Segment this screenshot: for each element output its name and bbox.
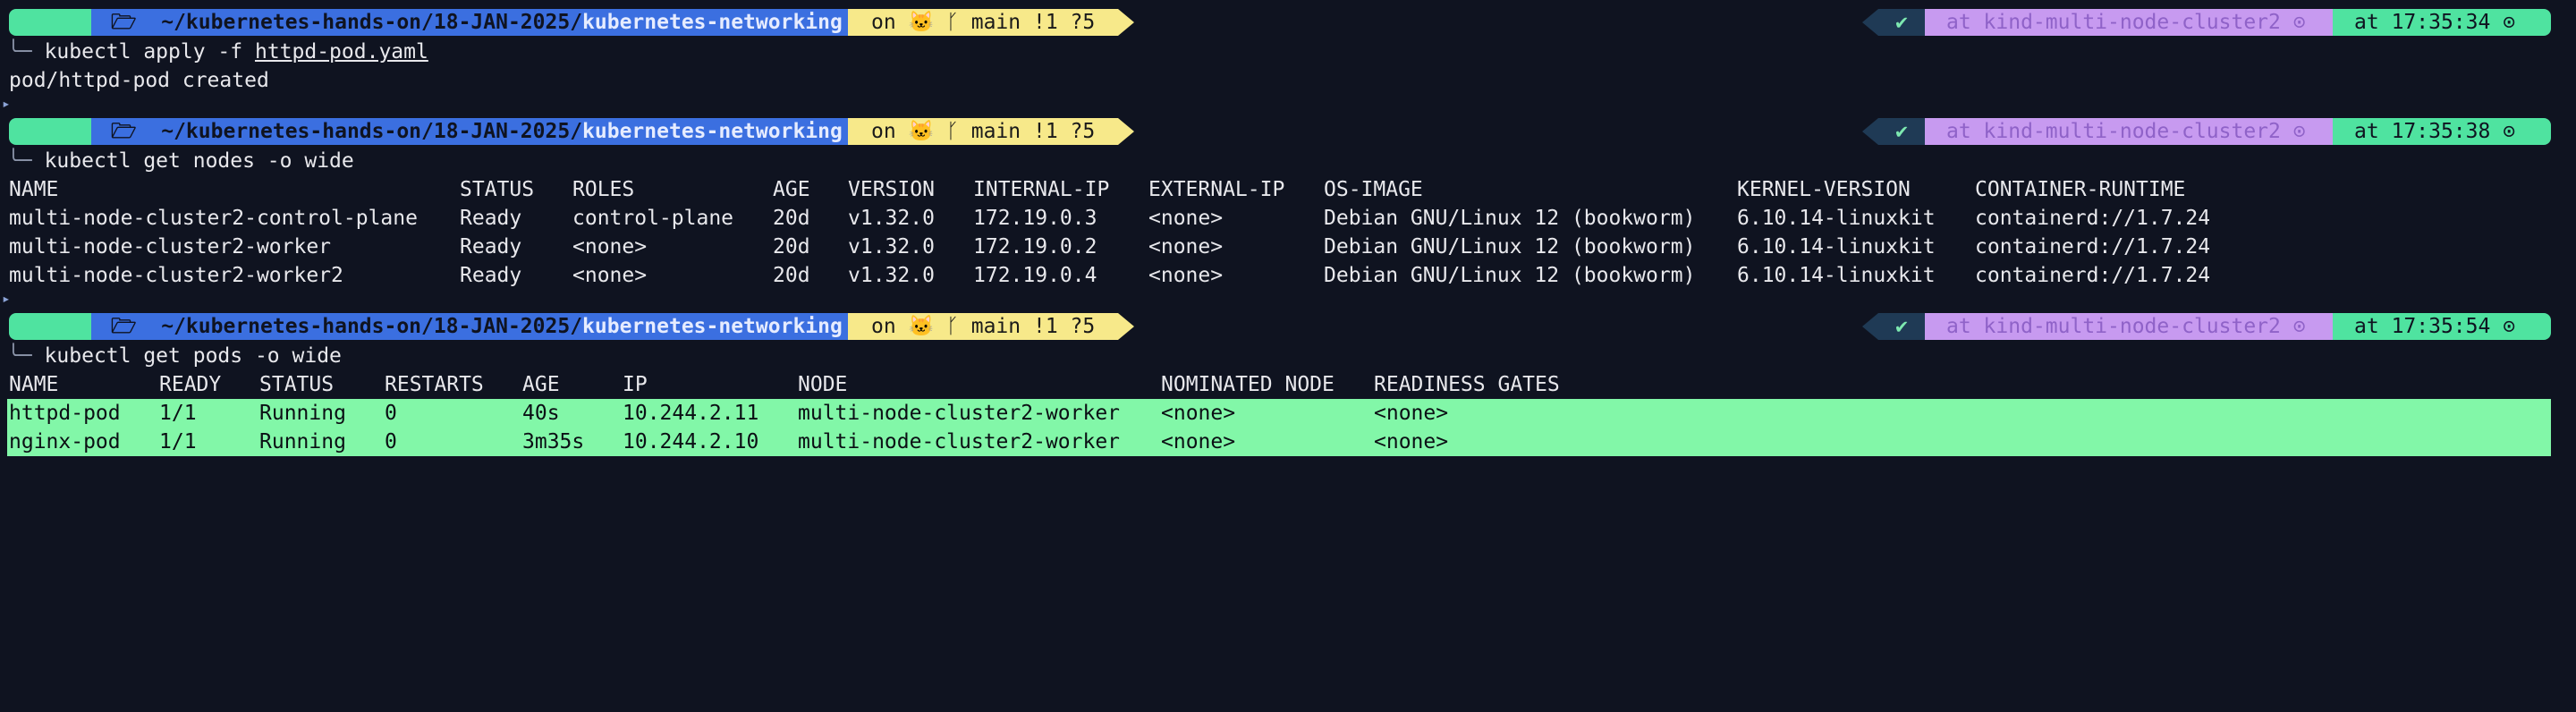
clock-icon: ⊙ bbox=[2503, 315, 2516, 338]
apple-icon bbox=[9, 9, 91, 36]
context-icon: ⊙ bbox=[2292, 11, 2306, 34]
command-line-1: ╰─ kubectl apply -f httpd-pod.yaml bbox=[7, 40, 428, 64]
command-line-2: ╰─ kubectl get nodes -o wide bbox=[7, 149, 354, 173]
caret-icon: ▸ bbox=[2, 290, 11, 307]
context-segment: at kind-multi-node-cluster2 ⊙ bbox=[1925, 118, 2333, 145]
branch-icon: ᚴ bbox=[946, 315, 959, 338]
table-row: multi-node-cluster2-control-plane Ready … bbox=[9, 207, 2211, 230]
context-segment: at kind-multi-node-cluster2 ⊙ bbox=[1925, 313, 2333, 340]
table-row: nginx-pod 1/1 Running 0 3m35s 10.244.2.1… bbox=[0, 428, 2576, 456]
caret-icon: ▸ bbox=[2, 95, 11, 112]
table-row: multi-node-cluster2-worker Ready <none> … bbox=[9, 235, 2211, 259]
prompt-line-2: 🗁 ~/kubernetes-hands-on/18-JAN-2025/kube… bbox=[0, 116, 2576, 147]
nodes-table-header: NAME STATUS ROLES AGE VERSION INTERNAL-I… bbox=[9, 178, 2186, 201]
git-segment: on 🐱 ᚴ main !1 ?5 bbox=[848, 118, 1118, 145]
git-segment: on 🐱 ᚴ main !1 ?5 bbox=[848, 9, 1118, 36]
github-icon: 🐱 bbox=[908, 11, 935, 34]
github-icon: 🐱 bbox=[908, 120, 935, 143]
table-row: multi-node-cluster2-worker2 Ready <none>… bbox=[9, 264, 2211, 287]
output-line: pod/httpd-pod created bbox=[9, 69, 269, 92]
folder-icon: 🗁 bbox=[111, 11, 137, 34]
path-segment: 🗁 ~/kubernetes-hands-on/18-JAN-2025/kube… bbox=[91, 118, 848, 145]
terminal-window[interactable]: 🗁 ~/kubernetes-hands-on/18-JAN-2025/kube… bbox=[0, 0, 2576, 483]
branch-icon: ᚴ bbox=[946, 120, 959, 143]
folder-icon: 🗁 bbox=[111, 315, 137, 338]
time-segment: at 17:35:38 ⊙ bbox=[2333, 118, 2551, 145]
context-icon: ⊙ bbox=[2292, 315, 2306, 338]
check-icon: ✔ bbox=[1878, 9, 1925, 36]
pods-table-header: NAME READY STATUS RESTARTS AGE IP NODE N… bbox=[9, 373, 1560, 396]
apple-icon bbox=[9, 118, 91, 145]
check-icon: ✔ bbox=[1878, 118, 1925, 145]
prompt-line-1: 🗁 ~/kubernetes-hands-on/18-JAN-2025/kube… bbox=[0, 7, 2576, 38]
time-segment: at 17:35:34 ⊙ bbox=[2333, 9, 2551, 36]
clock-icon: ⊙ bbox=[2503, 120, 2516, 143]
branch-icon: ᚴ bbox=[946, 11, 959, 34]
table-row: httpd-pod 1/1 Running 0 40s 10.244.2.11 … bbox=[0, 399, 2576, 428]
path-segment: 🗁 ~/kubernetes-hands-on/18-JAN-2025/kube… bbox=[91, 313, 848, 340]
context-segment: at kind-multi-node-cluster2 ⊙ bbox=[1925, 9, 2333, 36]
clock-icon: ⊙ bbox=[2503, 11, 2516, 34]
folder-icon: 🗁 bbox=[111, 120, 137, 143]
prompt-line-3: 🗁 ~/kubernetes-hands-on/18-JAN-2025/kube… bbox=[0, 311, 2576, 342]
check-icon: ✔ bbox=[1878, 313, 1925, 340]
path-segment: 🗁 ~/kubernetes-hands-on/18-JAN-2025/kube… bbox=[91, 9, 848, 36]
apple-icon bbox=[9, 313, 91, 340]
github-icon: 🐱 bbox=[908, 315, 935, 338]
time-segment: at 17:35:54 ⊙ bbox=[2333, 313, 2551, 340]
git-segment: on 🐱 ᚴ main !1 ?5 bbox=[848, 313, 1118, 340]
file-link[interactable]: httpd-pod.yaml bbox=[255, 40, 428, 64]
command-line-3: ╰─ kubectl get pods -o wide bbox=[7, 344, 342, 368]
context-icon: ⊙ bbox=[2292, 120, 2306, 143]
